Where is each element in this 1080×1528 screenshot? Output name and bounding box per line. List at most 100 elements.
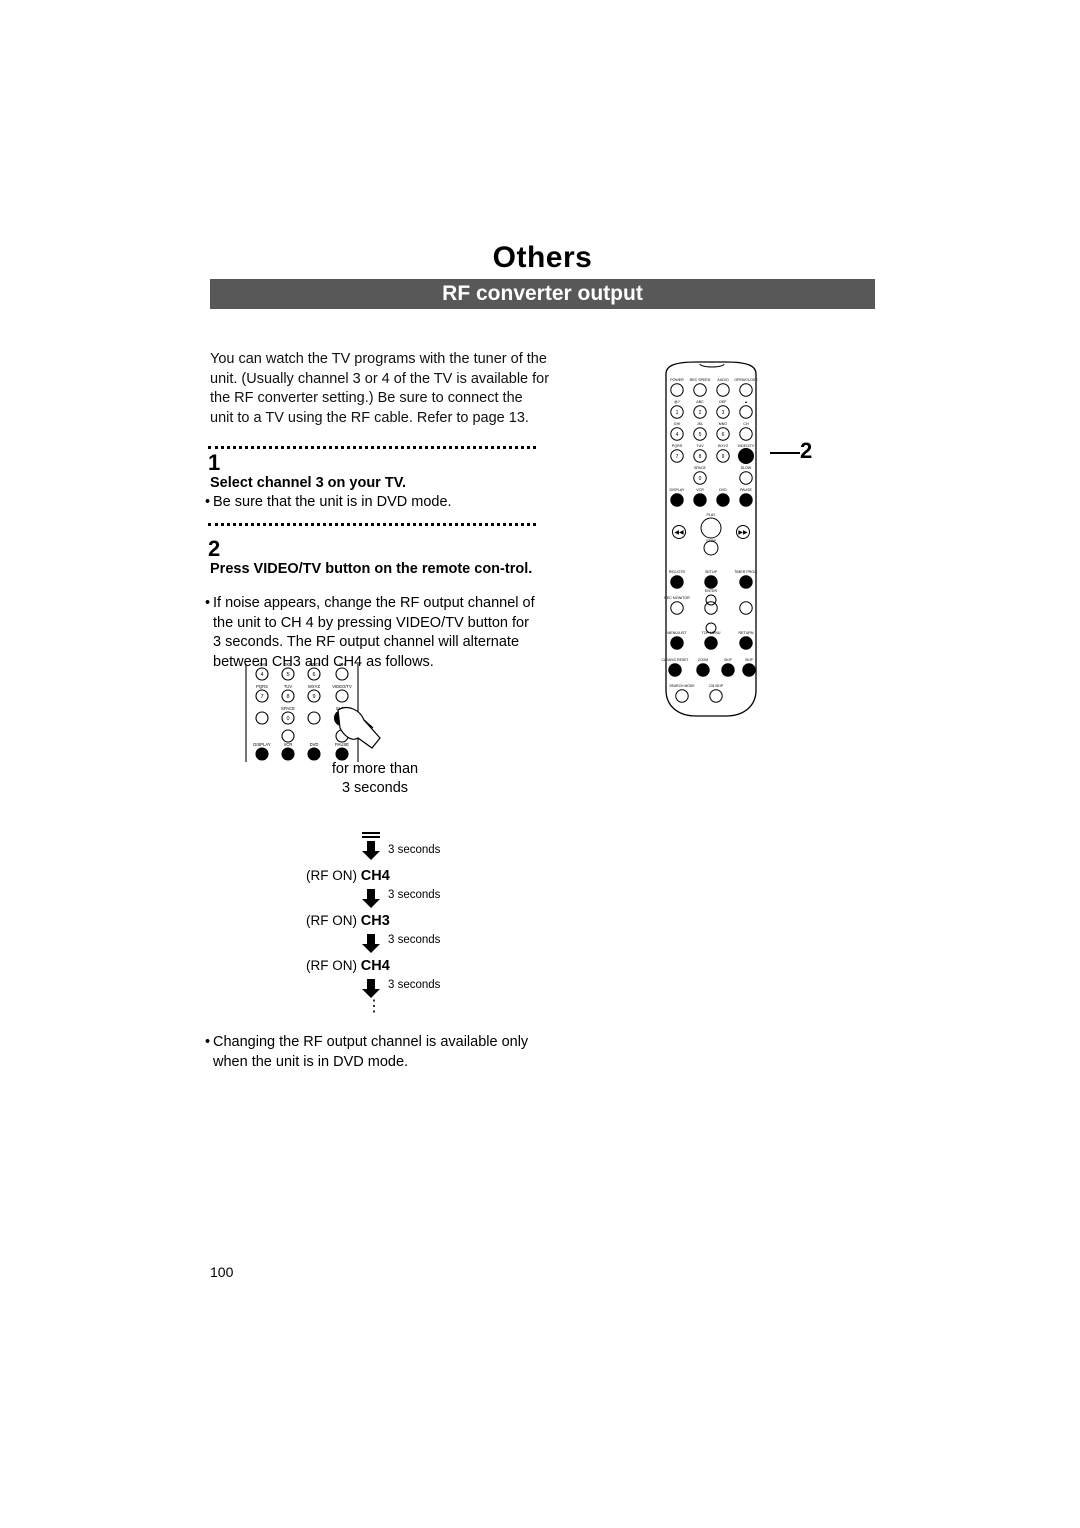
- svg-text:ZOOM: ZOOM: [698, 658, 708, 662]
- svg-text:9: 9: [312, 694, 315, 700]
- step-1-bullet: • Be sure that the unit is in DVD mode.: [205, 493, 550, 513]
- svg-text:6: 6: [722, 432, 725, 438]
- cycle-duration-4: 3 seconds: [388, 979, 441, 991]
- callout-2-label: 2: [800, 438, 813, 463]
- cycle-arrow-2: [362, 889, 380, 908]
- final-note: • Changing the RF output channel is avail…: [205, 1033, 550, 1072]
- svg-text:DVD: DVD: [719, 488, 727, 492]
- cycle-state-3-channel: CH4: [360, 958, 390, 974]
- cycle-state-3-prefix: (RF ON): [306, 958, 357, 973]
- svg-text:VCR: VCR: [696, 488, 704, 492]
- svg-text:PAUSE: PAUSE: [335, 742, 349, 747]
- divider-dotted-2: [208, 523, 536, 526]
- cycle-arrow-4: [362, 979, 380, 998]
- svg-text:7: 7: [260, 694, 263, 700]
- hold-duration-note: for more than 3 seconds: [280, 760, 470, 798]
- svg-text:4: 4: [676, 432, 679, 438]
- cycle-state-1: (RF ON) CH4: [306, 868, 390, 884]
- svg-text:0: 0: [286, 716, 289, 722]
- svg-text:TUV: TUV: [696, 444, 704, 448]
- svg-text:STOP: STOP: [706, 539, 716, 543]
- cycle-state-1-prefix: (RF ON): [306, 868, 357, 883]
- svg-text:SPACE: SPACE: [281, 706, 295, 711]
- svg-text:PLAY: PLAY: [707, 513, 717, 517]
- page-number: 100: [210, 1264, 234, 1280]
- svg-text:JKL: JKL: [284, 662, 292, 667]
- svg-text:POWER: POWER: [670, 378, 684, 382]
- svg-text:REC/OTR: REC/OTR: [669, 570, 686, 574]
- svg-text:SETUP: SETUP: [705, 570, 718, 574]
- cycle-state-3: (RF ON) CH4: [306, 958, 390, 974]
- cycle-state-2-channel: CH3: [360, 913, 390, 929]
- svg-text:@?: @?: [674, 400, 680, 404]
- rf-cycle-diagram: 3 seconds (RF ON) CH4 3 seconds (RF ON) …: [300, 832, 560, 1015]
- final-note-text: Changing the RF output channel is availa…: [213, 1034, 529, 1070]
- svg-text:REC SPEED: REC SPEED: [690, 378, 711, 382]
- svg-text:5: 5: [699, 432, 702, 438]
- step-2-bullet: • If noise appears, change the RF output …: [205, 594, 550, 672]
- svg-text:TUV: TUV: [284, 684, 293, 689]
- section-header: Others: [210, 238, 875, 278]
- svg-text:CLEAR/C.RESET: CLEAR/C.RESET: [662, 658, 689, 662]
- svg-text:GHI: GHI: [258, 662, 265, 667]
- bullet-dot-icon: •: [205, 494, 211, 510]
- svg-text:GHI: GHI: [674, 422, 680, 426]
- hold-note-line2: 3 seconds: [341, 780, 409, 796]
- cycle-duration-2: 3 seconds: [388, 889, 441, 901]
- remote-keypad-illustration: GHIJKLMNOCH PQRSTUVWXYZVIDEO/TV SPACESLO…: [240, 662, 381, 762]
- svg-text:CM SKIP: CM SKIP: [709, 684, 724, 688]
- svg-text:0: 0: [699, 476, 702, 482]
- svg-text:MNO: MNO: [309, 662, 320, 667]
- cycle-duration-1: 3 seconds: [388, 844, 441, 856]
- divider-dotted-1: [208, 446, 536, 449]
- page-title: RF converter output: [210, 279, 875, 309]
- svg-text:REC MONITOR: REC MONITOR: [664, 596, 690, 600]
- svg-text:4: 4: [260, 672, 263, 678]
- svg-text:SLOW: SLOW: [741, 466, 752, 470]
- svg-text:DISPLAY: DISPLAY: [253, 742, 271, 747]
- step-1-heading: Select channel 3 on your TV.: [210, 475, 407, 491]
- svg-text:MNO: MNO: [719, 422, 728, 426]
- svg-text:◀◀: ◀◀: [674, 530, 684, 536]
- svg-text:PQRS: PQRS: [256, 684, 268, 689]
- svg-text:ABC: ABC: [696, 400, 704, 404]
- cycle-continues: ⋮: [366, 998, 382, 1015]
- hold-note-line1: for more than: [331, 761, 419, 777]
- cycle-state-1-channel: CH4: [360, 868, 390, 884]
- section-title: Others: [210, 238, 875, 278]
- svg-text:VIDEO/TV: VIDEO/TV: [332, 684, 352, 689]
- manual-page: Others RF converter output You can watch…: [0, 0, 1080, 1528]
- bullet-dot-icon: •: [205, 1034, 211, 1050]
- svg-text:5: 5: [286, 672, 289, 678]
- svg-text:OPEN/CLOSE: OPEN/CLOSE: [734, 378, 758, 382]
- svg-text:TOP MENU: TOP MENU: [702, 631, 721, 635]
- svg-text:▲: ▲: [744, 400, 748, 404]
- svg-text:DVD: DVD: [310, 742, 319, 747]
- svg-text:DISPLAY: DISPLAY: [670, 488, 686, 492]
- svg-text:PQRS: PQRS: [672, 444, 683, 448]
- svg-text:9: 9: [722, 454, 725, 460]
- svg-text:7: 7: [676, 454, 679, 460]
- svg-text:CH: CH: [743, 422, 749, 426]
- svg-text:JKL: JKL: [697, 422, 703, 426]
- svg-text:SKIP: SKIP: [724, 658, 732, 662]
- svg-text:▶▶: ▶▶: [738, 530, 748, 536]
- cycle-arrow-3: [362, 934, 380, 953]
- svg-text:MENU/LIST: MENU/LIST: [667, 631, 687, 635]
- svg-text:CH: CH: [339, 662, 345, 667]
- intro-paragraph: You can watch the TV programs with the t…: [210, 351, 550, 426]
- svg-text:SEARCH MODE: SEARCH MODE: [669, 684, 695, 688]
- svg-text:SPACE: SPACE: [694, 466, 707, 470]
- svg-text:SKIP: SKIP: [745, 658, 753, 662]
- step-2-number: 2: [208, 536, 221, 561]
- section-title-text: Others: [466, 241, 619, 274]
- svg-text:2: 2: [699, 410, 702, 416]
- svg-text:AUDIO: AUDIO: [717, 378, 729, 382]
- cycle-arrow-1: [362, 832, 380, 860]
- svg-text:WXYZ: WXYZ: [308, 684, 321, 689]
- cycle-state-2: (RF ON) CH3: [306, 913, 390, 929]
- remote-control-illustration: POWER REC SPEED AUDIO OPEN/CLOSE @? ABC DEF ▲ …: [648, 360, 768, 740]
- svg-text:TIMER PROG.: TIMER PROG.: [734, 570, 758, 574]
- cycle-state-2-prefix: (RF ON): [306, 913, 357, 928]
- svg-text:3: 3: [722, 410, 725, 416]
